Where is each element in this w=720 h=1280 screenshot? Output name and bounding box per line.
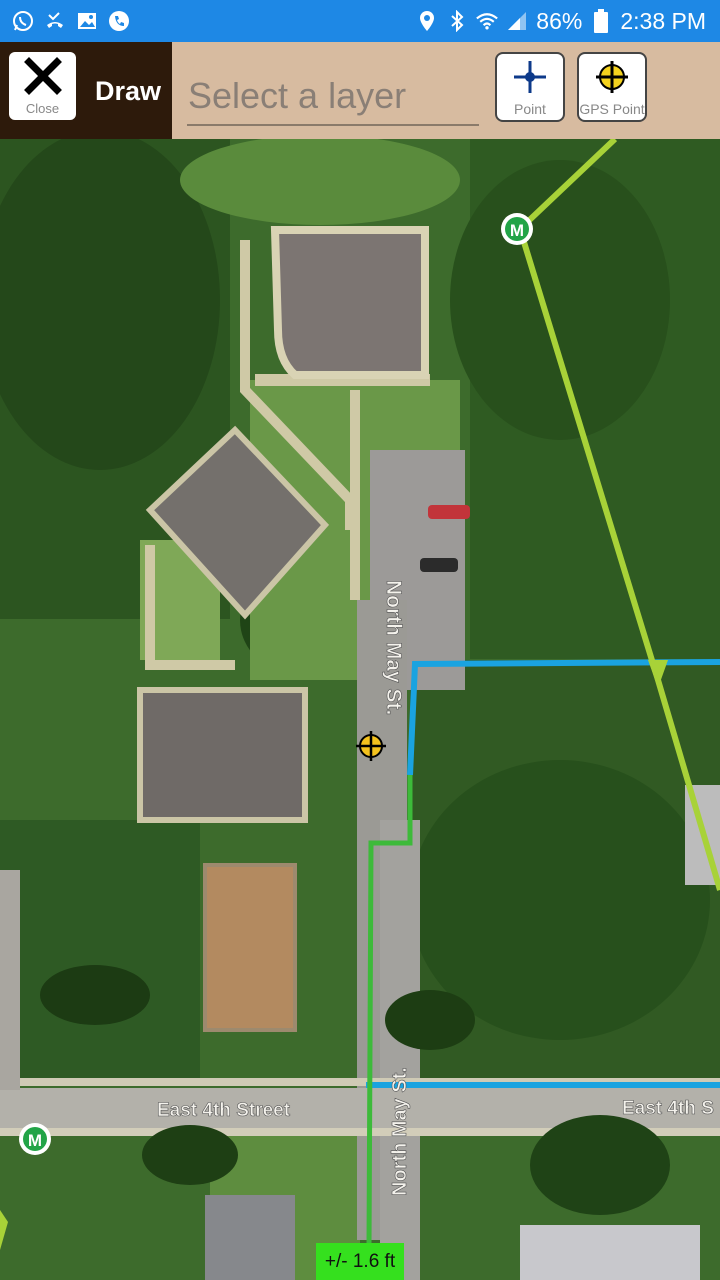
gps-accuracy-badge: +/- 1.6 ft — [316, 1243, 404, 1280]
location-icon — [416, 10, 438, 32]
crosshair-icon — [513, 60, 547, 99]
close-icon — [23, 56, 63, 101]
marker-upper-label: M — [510, 221, 524, 240]
manhole-marker-left[interactable]: M — [19, 1123, 51, 1155]
gallery-icon — [76, 10, 98, 32]
gps-point-label: GPS Point — [579, 101, 645, 117]
point-button[interactable]: Point — [495, 52, 565, 122]
battery-percent: 86% — [536, 7, 583, 34]
whatsapp-icon — [12, 10, 34, 32]
street-label-east-4th-right: East 4th S — [622, 1098, 714, 1119]
gps-crosshair-icon — [595, 60, 629, 99]
signal-icon — [506, 10, 528, 32]
street-label-north-may-upper: North May St. — [382, 580, 405, 715]
street-label-north-may-lower: North May St. — [389, 1067, 411, 1196]
map-view[interactable]: M M North May St. North May St. East 4th… — [0, 139, 720, 1280]
wifi-icon — [476, 10, 499, 32]
street-label-east-4th-left: East 4th Street — [157, 1100, 291, 1121]
phone-icon — [108, 10, 130, 32]
toolbar-title: Draw — [95, 76, 162, 106]
marker-left-label: M — [28, 1131, 42, 1150]
gps-point-button[interactable]: GPS Point — [577, 52, 647, 122]
point-label: Point — [514, 101, 546, 117]
clock: 2:38 PM — [620, 7, 706, 34]
close-label: Close — [25, 101, 60, 116]
manhole-marker-upper[interactable]: M — [501, 213, 533, 245]
battery-icon — [590, 9, 612, 33]
draw-toolbar: Close Draw Select a layer Point GPS Poin… — [0, 42, 720, 139]
missed-call-icon — [44, 10, 66, 32]
satellite-imagery: M M North May St. North May St. East 4th… — [0, 139, 720, 1280]
toolbar-left-panel: Close Draw — [0, 42, 172, 139]
status-bar: 86% 2:38 PM — [0, 0, 720, 42]
close-button[interactable]: Close — [9, 52, 76, 120]
layer-select[interactable]: Select a layer — [187, 72, 479, 126]
bluetooth-icon — [446, 10, 468, 32]
